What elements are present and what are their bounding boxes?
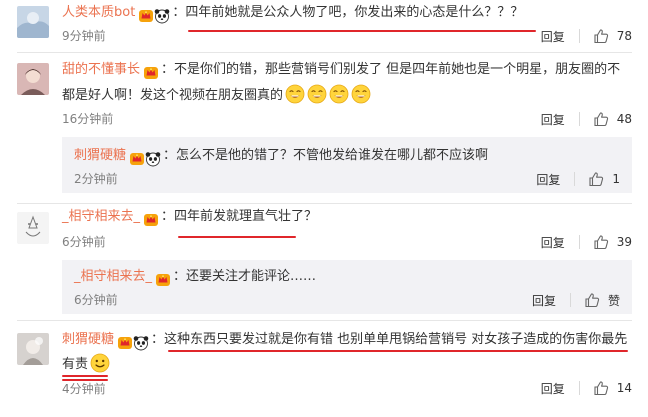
grin-emoji-icon — [351, 84, 371, 104]
thumbs-up-icon — [594, 381, 608, 396]
user-badges — [129, 148, 161, 170]
username[interactable]: _相守相来去_ — [62, 209, 140, 224]
user-badges — [143, 62, 159, 84]
reply-button[interactable]: 回复 — [541, 111, 565, 128]
comment-text-line2: 都是好人啊！发这个视频在朋友圈真的 — [62, 88, 284, 103]
comment-item: 刺猬硬糖 ：这种东西只要发过就是你有错 也别单单甩锅给营销号 对女孩子造成的伤害你… — [0, 321, 648, 417]
reply-button[interactable]: 回复 — [541, 234, 565, 251]
avatar[interactable] — [17, 6, 49, 38]
reply-button[interactable]: 回复 — [532, 292, 556, 309]
comment-text-line1: 不是你们的错，那些营销号们别发了 但是四年前她也是一个明星，朋友圈的不 — [174, 62, 621, 77]
reply-button[interactable]: 回复 — [541, 28, 565, 45]
divider — [578, 235, 580, 249]
red-underline-annotation — [168, 350, 628, 352]
timestamp: 6分钟前 — [74, 293, 118, 307]
username[interactable]: 刺猬硬糖 — [74, 148, 126, 163]
divider — [578, 29, 580, 43]
crown-badge-icon[interactable] — [117, 335, 133, 351]
separator-colon: ： — [173, 269, 187, 284]
panda-icon[interactable] — [154, 8, 171, 24]
avatar[interactable] — [17, 212, 49, 244]
comment-text: 怎么不是他的错了？不管他发给谁发在哪儿都不应该啊 — [176, 148, 489, 163]
timestamp: 2分钟前 — [74, 172, 118, 186]
username[interactable]: 刺猬硬糖 — [62, 332, 114, 347]
separator-colon: ： — [151, 332, 165, 347]
separator-colon: ： — [161, 209, 175, 224]
comment-actions: 回复 赞 — [532, 290, 620, 310]
smile-emoji-icon — [90, 353, 110, 373]
user-badges — [138, 5, 171, 27]
separator-colon: ： — [172, 5, 186, 20]
like-button[interactable]: 39 — [593, 234, 632, 250]
separator-colon: ： — [161, 62, 175, 77]
like-button[interactable]: 48 — [593, 111, 632, 127]
comment-text: 还要关注才能评论…… — [186, 269, 317, 284]
thumbs-up-icon — [594, 29, 608, 44]
like-count: 1 — [612, 172, 620, 186]
like-count: 48 — [616, 112, 632, 126]
red-underline-annotation — [188, 30, 536, 32]
comment-actions: 回复 48 — [541, 109, 632, 129]
comment-item: 甜的不懂事长 ：不是你们的错，那些营销号们别发了 但是四年前她也是一个明星，朋友圈… — [0, 53, 648, 203]
thumbs-up-icon — [585, 293, 600, 308]
grin-emoji-icon — [307, 84, 327, 104]
reply-button[interactable]: 回复 — [541, 380, 565, 397]
thumbs-up-icon — [594, 235, 608, 250]
user-badges — [143, 209, 159, 231]
thumbs-up-icon — [589, 172, 604, 187]
comment-actions: 回复 14 — [541, 378, 632, 398]
like-button[interactable]: 1 — [588, 171, 620, 187]
red-underline-annotation — [62, 375, 108, 377]
like-count: 39 — [616, 235, 632, 249]
divider — [578, 112, 580, 126]
crown-badge-icon[interactable] — [143, 212, 159, 228]
divider — [574, 172, 576, 186]
user-badges — [155, 269, 171, 291]
avatar[interactable] — [17, 63, 49, 95]
red-underline-annotation — [178, 236, 296, 238]
reply-button[interactable]: 回复 — [536, 171, 560, 188]
timestamp: 16分钟前 — [62, 112, 114, 126]
username[interactable]: 人类本质bot — [62, 5, 135, 20]
comment-item: 人类本质bot ：四年前她就是公众人物了吧，你发出来的心态是什么？？？ 9分钟前 … — [0, 0, 648, 52]
comment-text: 四年前发就理直气壮了？ — [174, 209, 318, 224]
comment-item: _相守相来去_ ：四年前发就理直气壮了？ 6分钟前 回复 39 _相守相来去_ ：还… — [0, 204, 648, 320]
like-button[interactable]: 赞 — [584, 292, 620, 309]
avatar[interactable] — [17, 333, 49, 365]
grin-emoji-icon — [285, 84, 305, 104]
comment-text-line1: 这种东西只要发过就是你有错 也别单单甩锅给营销号 对女孩子造成的伤害你最先 — [164, 332, 628, 347]
comment-actions: 回复 39 — [541, 232, 632, 252]
crown-badge-icon[interactable] — [138, 8, 154, 24]
timestamp: 6分钟前 — [62, 235, 106, 249]
like-label: 赞 — [607, 293, 620, 308]
timestamp: 4分钟前 — [62, 382, 106, 396]
comment-text-line2: 有责 — [62, 357, 89, 372]
panda-icon[interactable] — [145, 151, 161, 167]
divider — [569, 293, 571, 307]
like-count: 78 — [616, 29, 632, 43]
red-underline-annotation — [62, 379, 108, 381]
thumbs-up-icon — [594, 112, 608, 127]
comment-actions: 回复 1 — [536, 169, 620, 189]
timestamp: 9分钟前 — [62, 29, 106, 43]
crown-badge-icon[interactable] — [129, 151, 145, 167]
like-count: 14 — [616, 381, 632, 395]
divider — [578, 381, 580, 395]
crown-badge-icon[interactable] — [155, 272, 171, 288]
username[interactable]: 甜的不懂事长 — [62, 62, 140, 77]
like-button[interactable]: 78 — [593, 28, 632, 44]
comment-text: 四年前她就是公众人物了吧，你发出来的心态是什么？？？ — [185, 5, 524, 20]
crown-badge-icon[interactable] — [143, 65, 159, 81]
sub-reply-panel: 刺猬硬糖 ：怎么不是他的错了？不管他发给谁发在哪儿都不应该啊 2分钟前 回复 1 — [62, 137, 632, 193]
emoji-row — [285, 84, 371, 112]
user-badges — [117, 332, 149, 354]
sub-reply-panel: _相守相来去_ ：还要关注才能评论…… 6分钟前 回复 赞 — [62, 260, 632, 314]
grin-emoji-icon — [329, 84, 349, 104]
like-button[interactable]: 14 — [593, 380, 632, 396]
comment-actions: 回复 78 — [541, 26, 632, 46]
separator-colon: ： — [163, 148, 177, 163]
username[interactable]: _相守相来去_ — [74, 269, 152, 284]
panda-icon[interactable] — [133, 335, 149, 351]
